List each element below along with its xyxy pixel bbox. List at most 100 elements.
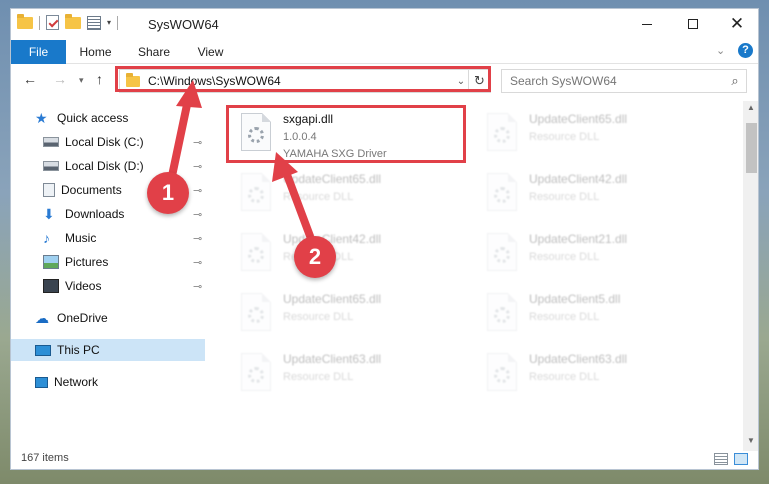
file-name: UpdateClient5.dll (529, 292, 621, 306)
file-tile[interactable]: UpdateClient65.dll Resource DLL (233, 287, 468, 343)
divider (117, 15, 119, 30)
videos-icon (43, 279, 59, 293)
sidebar-item-label: Music (65, 231, 97, 245)
file-tile[interactable]: UpdateClient63.dll Resource DLL (479, 347, 714, 403)
file-tile[interactable]: UpdateClient42.dll Resource DLL (479, 167, 714, 223)
sidebar-item-label: OneDrive (57, 311, 108, 325)
documents-icon (43, 183, 55, 197)
pin-icon: ⊸ (193, 184, 203, 197)
sidebar-item-quick-access[interactable]: ★ Quick access (35, 107, 229, 129)
tab-share[interactable]: Share (129, 40, 179, 64)
file-tile[interactable]: UpdateClient5.dll Resource DLL (479, 287, 714, 343)
file-name: UpdateClient65.dll (529, 112, 628, 126)
sidebar-item-this-pc[interactable]: This PC (11, 339, 205, 361)
navigation-pane: ★ Quick access Local Disk (C:) ⊸ Local D… (11, 101, 207, 451)
expand-ribbon-icon[interactable]: ⌄ (716, 44, 725, 57)
tab-home[interactable]: Home (73, 40, 118, 64)
scroll-down-icon[interactable]: ▼ (747, 436, 755, 445)
disk-icon (43, 137, 59, 147)
properties-icon[interactable] (46, 15, 59, 30)
file-description: Resource DLL (529, 371, 600, 383)
sidebar-item-label: Documents (61, 183, 122, 197)
details-view-icon[interactable] (714, 453, 728, 465)
file-tile[interactable]: UpdateClient65.dll Resource DLL (479, 107, 714, 163)
vertical-scrollbar[interactable]: ▲ ▼ (743, 101, 758, 451)
back-button[interactable]: ← (23, 71, 37, 87)
star-icon: ★ (35, 110, 48, 126)
gear-icon (248, 247, 264, 263)
sidebar-item-network[interactable]: Network (35, 371, 229, 393)
ribbon-tabs: File Home Share View ⌄ ? (11, 40, 758, 64)
pin-icon: ⊸ (193, 232, 203, 245)
navigation-bar: ← → ▾ ↑ C:\Windows\SysWOW64 ⌄ ↻ ⌕ (11, 67, 758, 95)
scroll-thumb[interactable] (746, 123, 757, 173)
file-name: UpdateClient65.dll (283, 172, 382, 186)
window-title: SysWOW64 (148, 17, 219, 32)
file-description: Resource DLL (529, 251, 600, 263)
forward-button[interactable]: → (53, 71, 67, 87)
quick-access-toolbar: ▾ (17, 13, 119, 30)
onedrive-icon: ☁ (35, 310, 49, 326)
tab-file[interactable]: File (11, 40, 66, 64)
address-path[interactable]: C:\Windows\SysWOW64 (148, 74, 454, 88)
tab-view[interactable]: View (188, 40, 233, 64)
status-bar: 167 items (11, 449, 758, 469)
pin-icon: ⊸ (193, 256, 203, 269)
tiles-view-icon[interactable] (734, 453, 748, 465)
customize-toolbar-icon[interactable]: ▾ (107, 18, 111, 27)
dll-file-icon (487, 353, 517, 391)
dll-file-icon (487, 293, 517, 331)
dll-file-icon (487, 113, 517, 151)
maximize-icon (688, 19, 698, 29)
disk-icon (43, 161, 59, 171)
file-version: 1.0.0.4 (283, 131, 317, 143)
file-description: Resource DLL (529, 311, 600, 323)
folder-icon (17, 13, 33, 29)
sidebar-item-music[interactable]: ♪ Music ⊸ (43, 227, 215, 249)
file-tile[interactable]: UpdateClient42.dll Resource DLL (233, 227, 468, 283)
file-name: UpdateClient63.dll (283, 352, 382, 366)
file-tile[interactable]: UpdateClient21.dll Resource DLL (479, 227, 714, 283)
file-tile[interactable]: UpdateClient65.dll Resource DLL (233, 167, 468, 223)
file-description: YAMAHA SXG Driver (283, 148, 387, 160)
sidebar-item-pictures[interactable]: Pictures ⊸ (43, 251, 215, 273)
dll-file-icon (241, 233, 271, 271)
file-description: Resource DLL (529, 131, 600, 143)
sidebar-item-documents[interactable]: Documents ⊸ (43, 179, 215, 201)
sidebar-item-local-disk-d[interactable]: Local Disk (D:) ⊸ (43, 155, 215, 177)
item-count: 167 items (21, 452, 69, 464)
gear-icon (494, 367, 510, 383)
scroll-up-icon[interactable]: ▲ (747, 103, 755, 112)
address-bar[interactable]: C:\Windows\SysWOW64 ⌄ ↻ (119, 69, 491, 93)
refresh-icon[interactable]: ↻ (468, 70, 490, 92)
help-icon[interactable]: ? (738, 43, 753, 58)
sidebar-item-onedrive[interactable]: ☁ OneDrive (35, 307, 229, 329)
sidebar-item-videos[interactable]: Videos ⊸ (43, 275, 215, 297)
gear-icon (494, 187, 510, 203)
search-box[interactable]: ⌕ (501, 69, 747, 93)
sidebar-item-label: Quick access (57, 111, 129, 125)
pin-icon: ⊸ (193, 136, 203, 149)
sidebar-item-local-disk-c[interactable]: Local Disk (C:) ⊸ (43, 131, 215, 153)
new-folder-icon[interactable] (65, 13, 81, 29)
close-button[interactable]: ✕ (714, 9, 758, 39)
sidebar-item-label: Network (54, 375, 99, 389)
gear-icon (248, 367, 264, 383)
address-history-icon[interactable]: ⌄ (454, 76, 468, 87)
up-button[interactable]: ↑ (96, 71, 103, 87)
gear-icon (494, 127, 510, 143)
gear-icon (248, 127, 264, 143)
file-tile[interactable]: UpdateClient63.dll Resource DLL (233, 347, 468, 403)
view-icon[interactable] (87, 15, 101, 30)
search-input[interactable] (502, 74, 724, 88)
sidebar-item-downloads[interactable]: ⬇ Downloads ⊸ (43, 203, 215, 225)
maximize-button[interactable] (670, 9, 716, 39)
pin-icon: ⊸ (193, 160, 203, 173)
title-bar: ▾ SysWOW64 ✕ (11, 9, 758, 39)
file-tile-sxgapi[interactable]: sxgapi.dll 1.0.0.4 YAMAHA SXG Driver (233, 107, 468, 163)
gear-icon (494, 247, 510, 263)
file-description: Resource DLL (283, 191, 354, 203)
computer-icon (35, 344, 51, 356)
minimize-button[interactable] (624, 9, 670, 39)
recent-locations-icon[interactable]: ▾ (79, 75, 84, 86)
